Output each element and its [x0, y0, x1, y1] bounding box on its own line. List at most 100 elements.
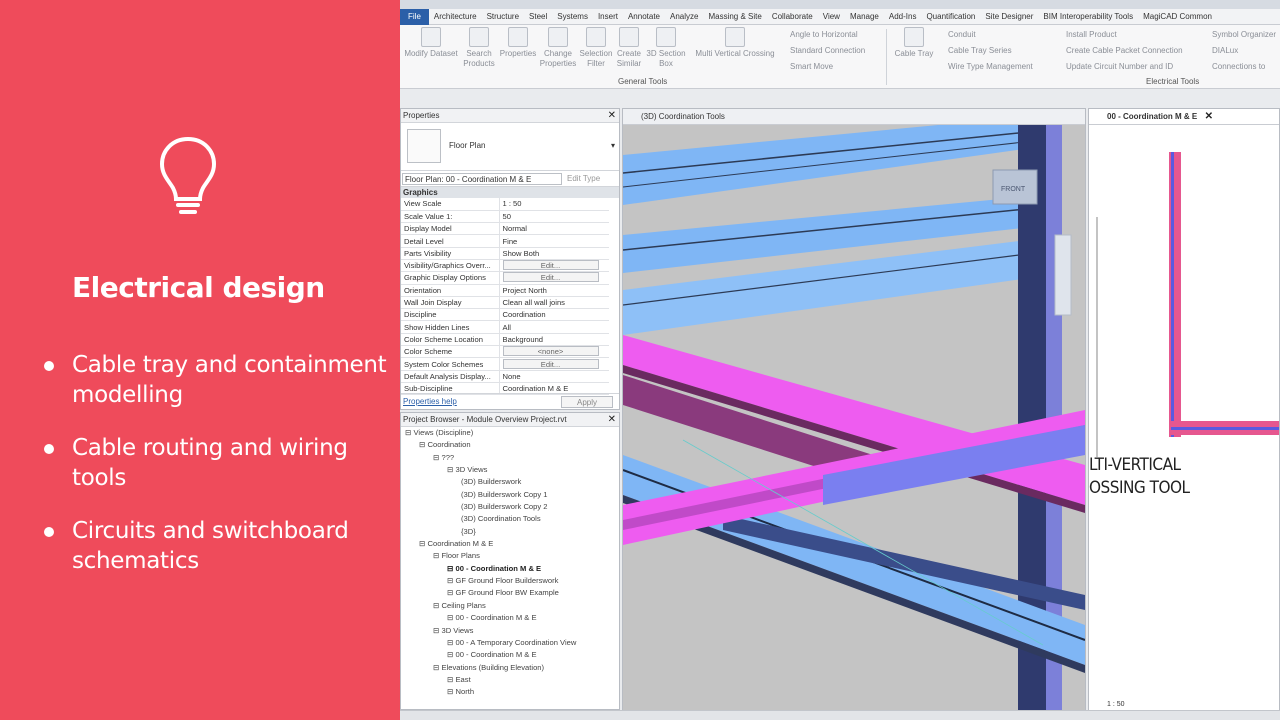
property-value[interactable]: Fine	[499, 234, 609, 248]
tree-item[interactable]: ⊟ 00 - Coordination M & E	[401, 612, 619, 624]
change-properties-button[interactable]: Change Properties	[538, 27, 578, 69]
edit-type-button[interactable]: Edit Type	[567, 174, 600, 183]
menu-massing[interactable]: Massing & Site	[703, 12, 766, 21]
menu-analyze[interactable]: Analyze	[665, 12, 703, 21]
conduit-button[interactable]: Conduit	[948, 30, 976, 39]
tree-item[interactable]: ⊟ ???	[401, 452, 619, 464]
graphics-group-header[interactable]: Graphics	[401, 187, 619, 198]
close-icon[interactable]: ✕	[608, 413, 616, 427]
menu-view[interactable]: View	[818, 12, 845, 21]
edit-button[interactable]: Edit...	[502, 260, 599, 271]
property-value[interactable]: Show Both	[499, 247, 609, 260]
menu-magicad[interactable]: MagiCAD Common	[1138, 12, 1217, 21]
connections-button[interactable]: Connections to	[1212, 62, 1265, 71]
tree-item[interactable]: ⊟ 3D Views	[401, 464, 619, 476]
tree-item[interactable]: {3D}	[401, 526, 619, 538]
symbol-organizer-button[interactable]: Symbol Organizer	[1212, 30, 1276, 39]
close-icon[interactable]: ✕	[1205, 109, 1213, 125]
menu-structure[interactable]: Structure	[482, 12, 524, 21]
cable-tray-series-button[interactable]: Cable Tray Series	[948, 46, 1012, 55]
property-row[interactable]: Graphic Display Options Edit...	[401, 271, 609, 285]
tree-item[interactable]: ⊟ 00 - Coordination M & E	[401, 563, 619, 575]
tree-item[interactable]: ⊟ Floor Plans	[401, 550, 619, 562]
menu-site-designer[interactable]: Site Designer	[980, 12, 1038, 21]
property-value[interactable]: None	[499, 370, 609, 383]
tree-item[interactable]: ⊟ Coordination M & E	[401, 538, 619, 550]
property-row[interactable]: Parts Visibility Show Both	[401, 247, 609, 260]
modify-dataset-button[interactable]: Modify Dataset	[402, 27, 460, 59]
edit-button[interactable]: Edit...	[502, 272, 599, 283]
property-row[interactable]: Show Hidden Lines All	[401, 320, 609, 334]
property-row[interactable]: Color Scheme Location Background	[401, 333, 609, 347]
tree-item[interactable]: ⊟ North	[401, 686, 619, 698]
edit-button[interactable]: Edit...	[502, 358, 599, 369]
tree-item[interactable]: ⊟ Views (Discipline)	[401, 427, 619, 439]
property-value[interactable]: <none>	[499, 345, 609, 359]
tree-item[interactable]: ⊟ 00 - A Temporary Coordination View	[401, 637, 619, 649]
menu-annotate[interactable]: Annotate	[623, 12, 665, 21]
property-value[interactable]: Normal	[499, 222, 609, 236]
property-value[interactable]: All	[499, 320, 609, 334]
tree-item[interactable]: (3D) Builderswork	[401, 476, 619, 488]
menu-bim-interop[interactable]: BIM Interoperability Tools	[1038, 12, 1138, 21]
tree-item[interactable]: ⊟ Coordination	[401, 439, 619, 451]
property-value[interactable]: Clean all wall joins	[499, 296, 609, 310]
properties-button[interactable]: Properties	[498, 27, 538, 59]
property-row[interactable]: Detail Level Fine	[401, 234, 609, 248]
create-similar-button[interactable]: Create Similar	[614, 27, 644, 69]
property-value[interactable]: Edit...	[499, 259, 609, 273]
tree-item[interactable]: ⊟ GF Ground Floor BW Example	[401, 587, 619, 599]
menu-steel[interactable]: Steel	[524, 12, 552, 21]
property-row[interactable]: Discipline Coordination	[401, 308, 609, 322]
apply-button[interactable]: Apply	[561, 396, 613, 408]
tree-item[interactable]: ⊟ East	[401, 674, 619, 686]
tree-item[interactable]: (3D) Builderswork Copy 2	[401, 501, 619, 513]
property-row[interactable]: System Color Schemes Edit...	[401, 357, 609, 371]
section-box-button[interactable]: 3D Section Box	[644, 27, 688, 69]
create-cable-packet-button[interactable]: Create Cable Packet Connection	[1066, 46, 1183, 55]
tab-3d-view[interactable]: (3D) Coordination Tools	[623, 109, 1085, 125]
angle-to-horizontal-button[interactable]: Angle to Horizontal	[790, 30, 858, 39]
tree-item[interactable]: (3D) Coordination Tools	[401, 513, 619, 525]
property-value[interactable]: Edit...	[499, 357, 609, 371]
install-product-button[interactable]: Install Product	[1066, 30, 1117, 39]
menu-file[interactable]: File	[400, 8, 429, 25]
menu-systems[interactable]: Systems	[552, 12, 593, 21]
property-value[interactable]: Background	[499, 333, 609, 347]
property-row[interactable]: Color Scheme <none>	[401, 345, 609, 359]
property-row[interactable]: Visibility/Graphics Overr... Edit...	[401, 259, 609, 273]
tree-item[interactable]: ⊟ Elevations (Building Elevation)	[401, 662, 619, 674]
update-circuit-button[interactable]: Update Circuit Number and ID	[1066, 62, 1173, 71]
wire-type-management-button[interactable]: Wire Type Management	[948, 62, 1033, 71]
property-value[interactable]: 1 : 50	[499, 198, 609, 211]
smart-move-button[interactable]: Smart Move	[790, 62, 833, 71]
menu-architecture[interactable]: Architecture	[429, 12, 482, 21]
tree-item[interactable]: ⊟ 3D Views	[401, 625, 619, 637]
property-row[interactable]: Display Model Normal	[401, 222, 609, 236]
dialux-button[interactable]: DIALux	[1212, 46, 1238, 55]
property-value[interactable]: Edit...	[499, 271, 609, 285]
menu-quantification[interactable]: Quantification	[921, 12, 980, 21]
tree-item[interactable]: ⊟ GF Ground Floor Builderswork	[401, 575, 619, 587]
property-row[interactable]: Wall Join Display Clean all wall joins	[401, 296, 609, 310]
tree-item[interactable]: ⊟ 00 - Coordination M & E	[401, 649, 619, 661]
property-value[interactable]: Project North	[499, 284, 609, 297]
property-value[interactable]: Coordination	[499, 308, 609, 322]
property-row[interactable]: View Scale 1 : 50	[401, 198, 609, 211]
properties-help-link[interactable]: Properties help	[403, 397, 457, 406]
viewport-3d[interactable]: FRONT	[623, 125, 1085, 711]
selection-filter-button[interactable]: Selection Filter	[578, 27, 614, 69]
navigation-bar[interactable]	[1054, 234, 1072, 316]
property-row[interactable]: Scale Value 1: 50	[401, 210, 609, 224]
property-row[interactable]: Default Analysis Display... None	[401, 370, 609, 383]
tree-item[interactable]: ⊟ Ceiling Plans	[401, 600, 619, 612]
cable-tray-button[interactable]: Cable Tray	[892, 27, 936, 59]
property-row[interactable]: Orientation Project North	[401, 284, 609, 297]
standard-connection-button[interactable]: Standard Connection	[790, 46, 865, 55]
type-selector[interactable]: Floor Plan ▾	[401, 123, 619, 171]
menu-manage[interactable]: Manage	[845, 12, 884, 21]
menu-insert[interactable]: Insert	[593, 12, 623, 21]
search-products-button[interactable]: Search Products	[460, 27, 498, 69]
property-value[interactable]: 50	[499, 210, 609, 224]
tab-plan-view[interactable]: 00 - Coordination M & E ✕	[1089, 109, 1279, 125]
